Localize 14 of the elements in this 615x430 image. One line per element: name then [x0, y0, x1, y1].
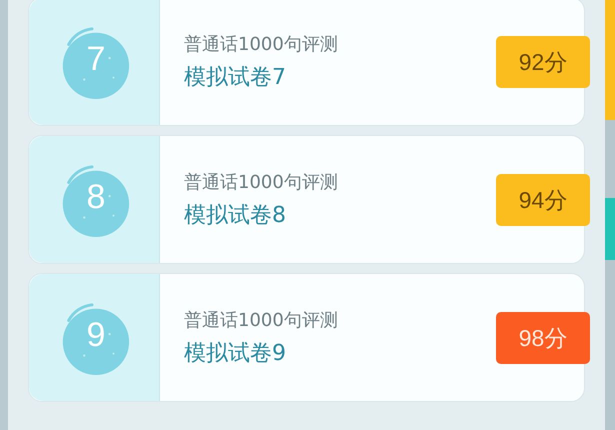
- paper-number: 7: [86, 40, 106, 79]
- paper-subtitle: 普通话1000句评测: [184, 308, 338, 332]
- score-badge: 94分: [496, 174, 590, 226]
- score-badge: 92分: [496, 36, 590, 88]
- paper-subtitle: 普通话1000句评测: [184, 170, 338, 194]
- score-badge: 98分: [496, 312, 590, 364]
- paper-title: 模拟试卷8: [184, 202, 287, 230]
- side-tab[interactable]: [605, 198, 615, 260]
- paper-subtitle: 普通话1000句评测: [184, 32, 338, 56]
- side-tab[interactable]: [605, 0, 615, 120]
- paper-title: 模拟试卷7: [184, 64, 287, 92]
- paper-title: 模拟试卷9: [184, 340, 287, 368]
- paper-number: 9: [86, 316, 106, 355]
- paper-number: 8: [86, 178, 106, 217]
